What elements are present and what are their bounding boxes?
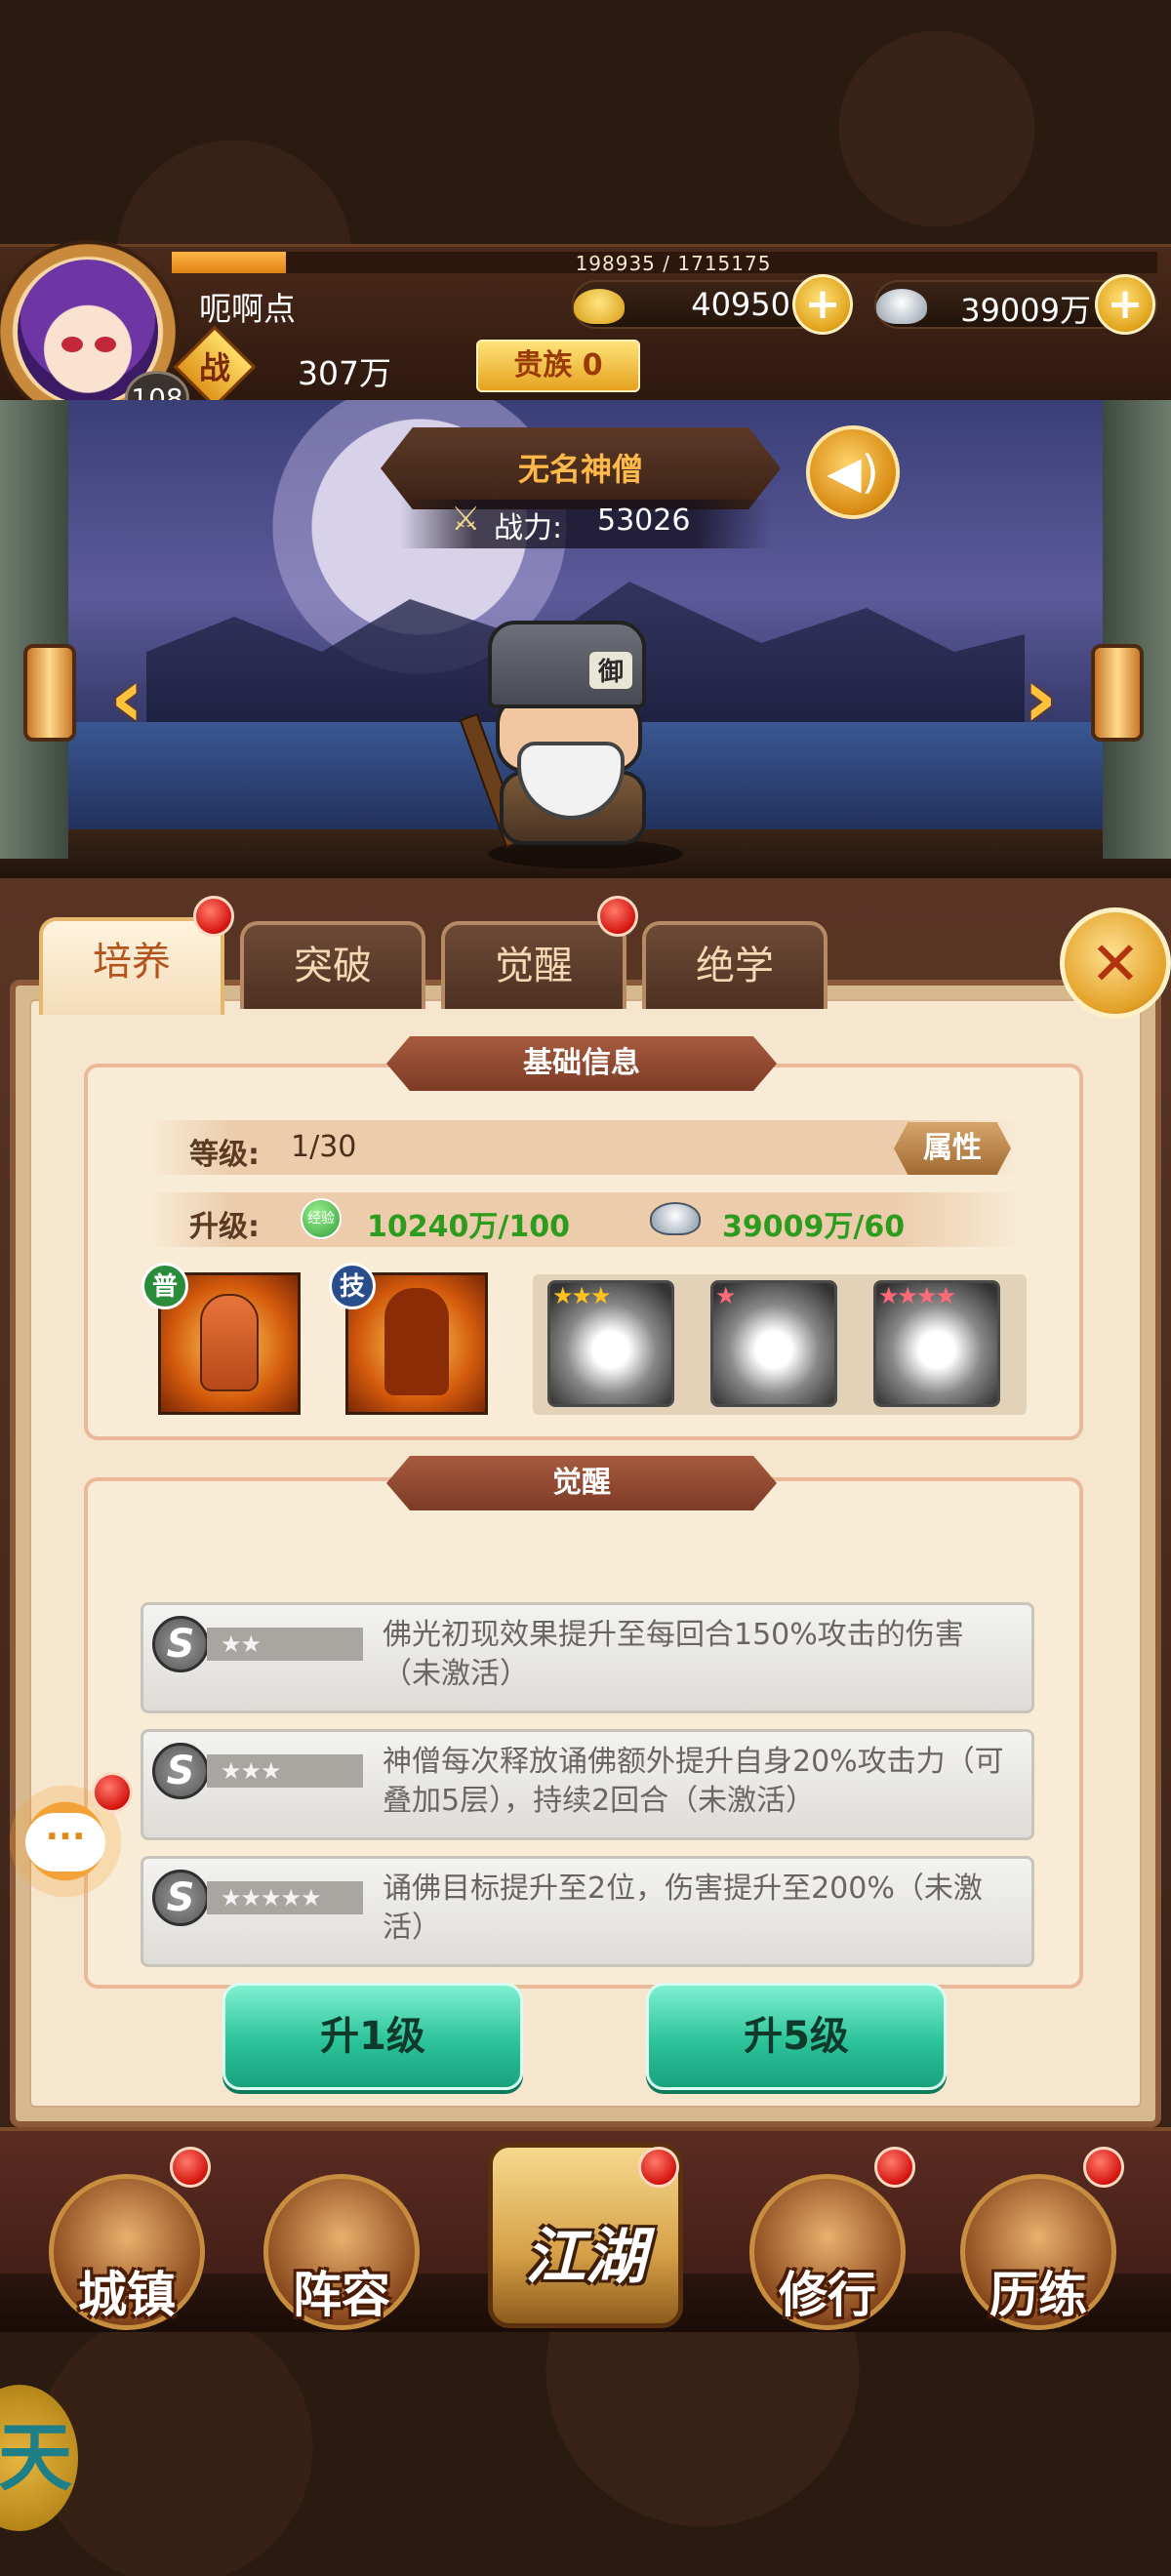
add-silver-button[interactable]: +: [1095, 274, 1155, 335]
curtain: [1103, 400, 1171, 859]
level-label: 等级:: [189, 1138, 260, 1172]
level-up-5-button[interactable]: 升5级: [646, 1983, 947, 2090]
special-skill-tag: 技: [329, 1263, 376, 1309]
tab-ultimate-skill[interactable]: 绝学: [642, 921, 828, 1009]
nav-trial-label: 历练: [989, 2267, 1087, 2323]
skill-stars: ★★★: [552, 1282, 612, 1309]
voice-speaker-button[interactable]: ◀): [806, 425, 900, 519]
exp-item-icon: 经验: [301, 1198, 342, 1239]
close-button[interactable]: ✕: [1060, 907, 1171, 1019]
level-row: [146, 1120, 1025, 1175]
nav-lineup-label: 阵容: [293, 2267, 390, 2323]
section-title: 基础信息: [386, 1036, 777, 1091]
tab-cultivate[interactable]: 培养: [39, 917, 224, 1015]
awaken-stars: ★★: [207, 1628, 363, 1661]
tab-awaken[interactable]: 觉醒: [441, 921, 626, 1009]
power-icon-label: 战: [198, 349, 230, 386]
next-hero-arrow-icon[interactable]: ›: [1011, 654, 1070, 742]
noble-badge[interactable]: 贵族 0: [476, 340, 640, 392]
gold-ingot-icon: [574, 289, 625, 324]
gold-value: 40950: [691, 286, 790, 323]
notification-dot: [170, 2147, 211, 2188]
s-rank-badge-icon: S: [152, 1616, 209, 1672]
add-gold-button[interactable]: +: [792, 274, 853, 335]
hero-name: 无名神僧: [517, 451, 643, 488]
notification-dot: [597, 896, 638, 937]
hero-power-label: 战力:: [494, 511, 563, 545]
awaken-stars: ★★★★★: [207, 1881, 363, 1914]
player-name: 呃啊点: [199, 290, 296, 328]
nav-jianghu-label: 江湖: [524, 2221, 646, 2292]
nav-train-label: 修行: [779, 2267, 876, 2323]
curtain: [0, 400, 68, 859]
tab-breakthrough[interactable]: 突破: [240, 921, 425, 1009]
skill-stars: ★★★★: [878, 1282, 956, 1309]
level-up-1-button[interactable]: 升1级: [222, 1983, 523, 2090]
palm-icon: [200, 1294, 259, 1391]
corner-event-icon[interactable]: 天: [0, 2385, 78, 2531]
awaken-stars: ★★★: [207, 1754, 363, 1788]
awaken-effect-text: 神僧每次释放诵佛额外提升自身20%攻击力（可叠加5层），持续2回合（未激活）: [383, 1745, 1004, 1818]
avatar-eye: [95, 337, 116, 352]
attributes-button[interactable]: 属性: [894, 1122, 1011, 1175]
level-value: 1/30: [291, 1130, 357, 1164]
awaken-effect-text: 诵佛目标提升至2位，伤害提升至200%（未激活）: [383, 1872, 983, 1945]
exp-text: 198935 / 1715175: [575, 252, 772, 275]
notification-dot: [874, 2147, 915, 2188]
s-rank-badge-icon: S: [152, 1743, 209, 1799]
previous-hero-arrow-icon[interactable]: ‹: [98, 654, 156, 742]
silver-ingot-icon: [650, 1202, 701, 1235]
hat-emblem: 御: [589, 652, 632, 689]
notification-dot: [638, 2147, 679, 2188]
exp-cost: 10240万/100: [367, 1210, 570, 1244]
silver-ingot-icon: [876, 289, 927, 324]
exp-bar-fill: [172, 252, 286, 273]
crossed-swords-icon: ⚔: [451, 500, 481, 539]
nav-town-label: 城镇: [78, 2267, 176, 2323]
player-power: 307万: [298, 354, 391, 392]
lantern-icon: [1091, 644, 1144, 742]
silver-cost: 39009万/60: [722, 1210, 906, 1244]
normal-skill-tag: 普: [141, 1263, 188, 1309]
upgrade-label: 升级:: [189, 1210, 260, 1244]
section-title: 觉醒: [386, 1456, 777, 1510]
notification-dot: [193, 896, 234, 937]
avatar-eye: [61, 337, 83, 352]
notification-dot: [92, 1772, 133, 1813]
awaken-effect-text: 佛光初现效果提升至每回合150%攻击的伤害（未激活）: [383, 1618, 964, 1691]
notification-dot: [1083, 2147, 1124, 2188]
praying-monk-icon: [384, 1288, 449, 1395]
chat-bubble-icon: ···: [25, 1813, 105, 1872]
hero-power-value: 53026: [597, 503, 691, 538]
s-rank-badge-icon: S: [152, 1870, 209, 1926]
skill-stars: ★: [715, 1282, 736, 1309]
lantern-icon: [23, 644, 76, 742]
silver-value: 39009万: [960, 292, 1091, 329]
